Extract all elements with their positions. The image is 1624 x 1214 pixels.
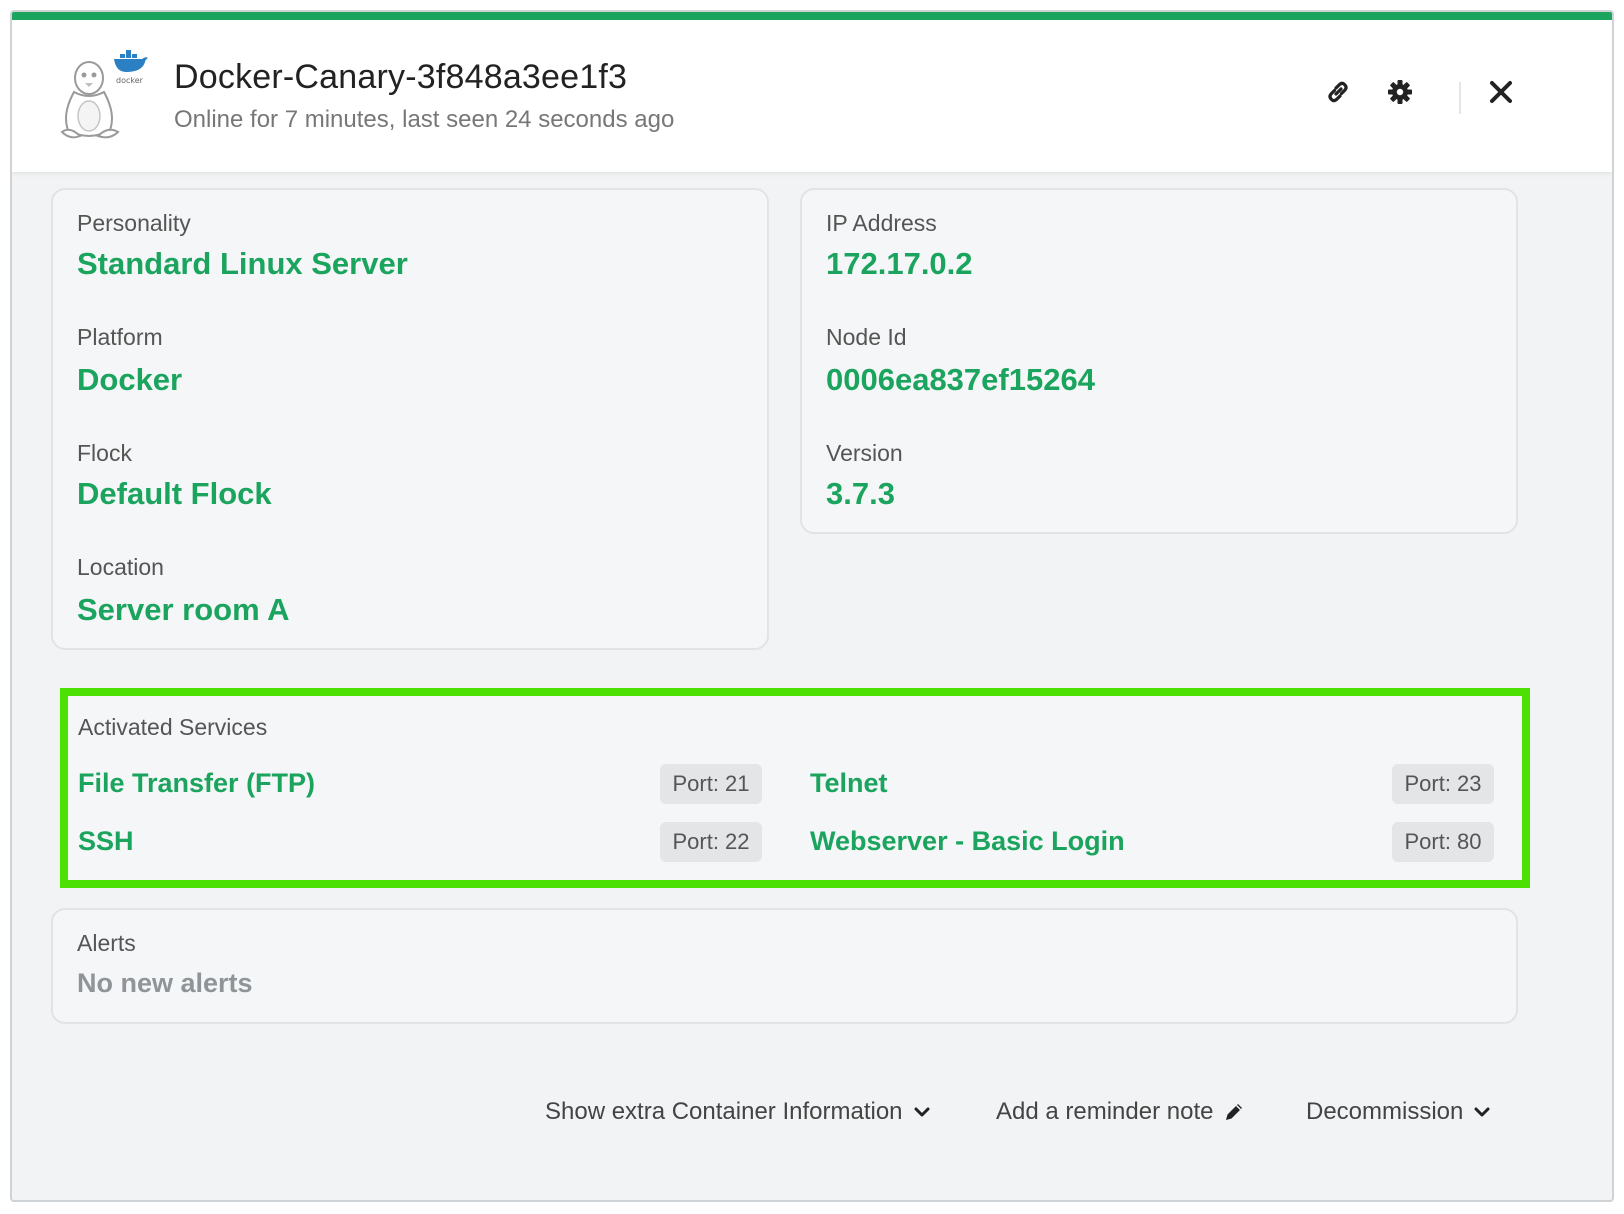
link-button[interactable] <box>1318 72 1358 112</box>
add-reminder-note-button[interactable]: Add a reminder note <box>996 1098 1245 1126</box>
status-bar <box>12 12 1612 20</box>
details-card-left: Personality Standard Linux Server Platfo… <box>51 188 769 650</box>
activated-services-label: Activated Services <box>78 714 268 740</box>
version-label: Version <box>826 440 903 466</box>
pencil-icon <box>1226 1104 1243 1120</box>
status-subtitle: Online for 7 minutes, last seen 24 secon… <box>174 106 675 133</box>
personality-label: Personality <box>77 210 191 236</box>
port-badge-ssh: Port: 22 <box>660 822 762 862</box>
alerts-label: Alerts <box>77 930 136 956</box>
device-details-dialog: docker Docker-Canary-3f848a3ee1f3 Online… <box>10 10 1614 1202</box>
service-ssh[interactable]: SSH <box>78 826 134 857</box>
docker-whale-icon <box>114 50 148 72</box>
flock-value: Default Flock <box>77 476 272 511</box>
settings-button[interactable] <box>1380 72 1420 112</box>
port-badge-telnet: Port: 23 <box>1392 764 1494 804</box>
show-extra-info-label: Show extra Container Information <box>545 1098 903 1125</box>
add-reminder-note-label: Add a reminder note <box>996 1098 1214 1125</box>
decommission-button[interactable]: Decommission <box>1306 1098 1491 1126</box>
location-label: Location <box>77 554 164 580</box>
activated-services-panel: Activated Services File Transfer (FTP) P… <box>60 688 1530 888</box>
platform-label: Platform <box>77 324 163 350</box>
gear-icon <box>1388 80 1412 104</box>
close-button[interactable] <box>1481 72 1521 112</box>
location-value: Server room A <box>77 592 290 627</box>
version-value: 3.7.3 <box>826 476 895 511</box>
details-card-right: IP Address 172.17.0.2 Node Id 0006ea837e… <box>800 188 1518 534</box>
header-divider <box>1459 82 1461 114</box>
link-icon <box>1328 81 1348 103</box>
page-title: Docker-Canary-3f848a3ee1f3 <box>174 58 628 96</box>
platform-value: Docker <box>77 362 183 397</box>
flock-label: Flock <box>77 440 132 466</box>
dialog-header: docker Docker-Canary-3f848a3ee1f3 Online… <box>12 20 1612 173</box>
alerts-value: No new alerts <box>77 968 253 998</box>
show-extra-info-button[interactable]: Show extra Container Information <box>545 1098 931 1126</box>
service-telnet[interactable]: Telnet <box>810 768 888 799</box>
node-id-value: 0006ea837ef15264 <box>826 362 1095 397</box>
chevron-down-icon <box>914 1107 930 1117</box>
personality-value: Standard Linux Server <box>77 246 408 281</box>
ip-address-label: IP Address <box>826 210 937 236</box>
port-badge-webserver: Port: 80 <box>1392 822 1494 862</box>
service-ftp[interactable]: File Transfer (FTP) <box>78 768 315 799</box>
service-webserver[interactable]: Webserver - Basic Login <box>810 826 1125 857</box>
ip-address-value: 172.17.0.2 <box>826 246 973 281</box>
os-logo: docker <box>56 46 156 146</box>
node-id-label: Node Id <box>826 324 907 350</box>
docker-logo-text: docker <box>116 76 143 85</box>
close-icon <box>1490 81 1512 103</box>
alerts-card: Alerts No new alerts <box>51 908 1518 1024</box>
port-badge-ftp: Port: 21 <box>660 764 762 804</box>
chevron-down-icon <box>1474 1107 1490 1117</box>
decommission-label: Decommission <box>1306 1098 1464 1125</box>
